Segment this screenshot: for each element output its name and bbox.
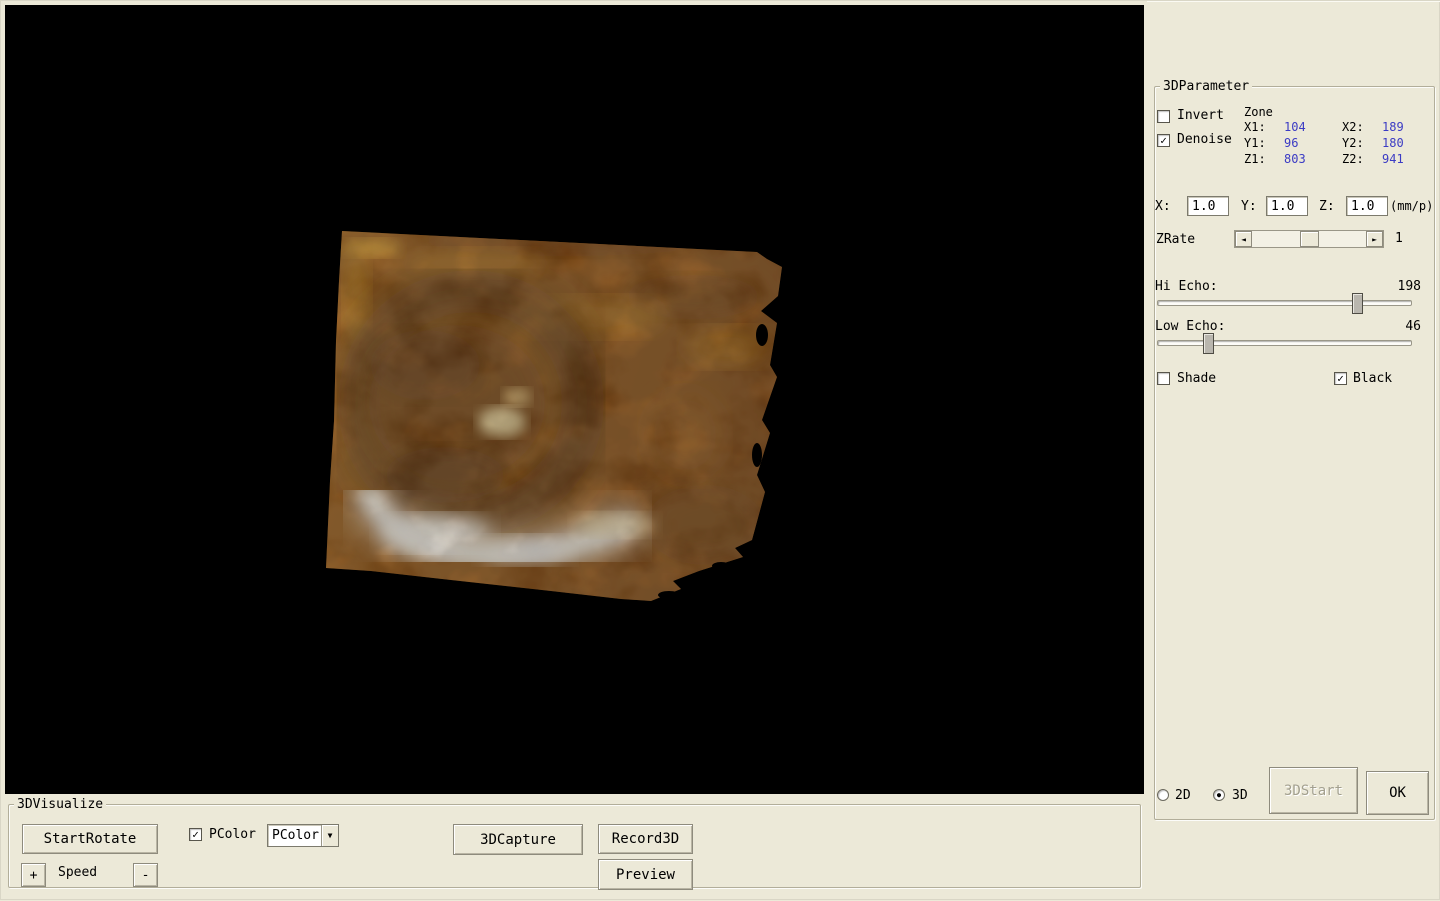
visualize-panel: 3DVisualize StartRotate + Speed - ✓ PCol… bbox=[1, 794, 1147, 901]
shade-label: Shade bbox=[1177, 371, 1217, 386]
mode-2d-radio[interactable] bbox=[1157, 789, 1169, 801]
pcolor-checkbox[interactable]: ✓ bbox=[189, 828, 202, 841]
zone-y1-value: 96 bbox=[1284, 136, 1299, 150]
zone-z1-label: Z1: bbox=[1244, 152, 1266, 166]
visualize-group-title: 3DVisualize bbox=[14, 797, 107, 812]
zone-y2-label: Y2: bbox=[1342, 136, 1364, 150]
pcolor-dropdown-value: PColor bbox=[272, 828, 319, 843]
scale-unit-label: (mm/p) bbox=[1390, 199, 1434, 213]
hi-echo-label: Hi Echo: bbox=[1155, 279, 1218, 294]
start-rotate-button[interactable]: StartRotate bbox=[22, 824, 158, 854]
hi-echo-value: 198 bbox=[1397, 279, 1421, 294]
low-echo-slider[interactable] bbox=[1157, 333, 1412, 354]
scale-z-input[interactable] bbox=[1346, 196, 1388, 216]
zone-y1-label: Y1: bbox=[1244, 136, 1266, 150]
capture-3d-button[interactable]: 3DCapture bbox=[453, 824, 583, 855]
speed-minus-button[interactable]: - bbox=[133, 863, 158, 887]
zone-x1-label: X1: bbox=[1244, 120, 1266, 134]
pcolor-label: PColor bbox=[209, 827, 256, 842]
zone-y2-value: 180 bbox=[1382, 136, 1404, 150]
scale-x-label: X: bbox=[1155, 199, 1171, 214]
low-echo-slider-thumb[interactable] bbox=[1203, 333, 1215, 354]
zone-title: Zone bbox=[1244, 105, 1273, 119]
speed-plus-button[interactable]: + bbox=[21, 863, 46, 887]
zrate-scrollbar[interactable]: ◄ ► bbox=[1234, 230, 1384, 248]
ultrasound-volume-render bbox=[326, 231, 782, 601]
app-window: 3DParameter Invert ✓ Denoise Zone X1: 10… bbox=[0, 0, 1440, 900]
zrate-value: 1 bbox=[1395, 231, 1403, 246]
black-checkbox[interactable]: ✓ bbox=[1334, 372, 1347, 385]
invert-checkbox[interactable] bbox=[1157, 110, 1170, 123]
parameter-panel: 3DParameter Invert ✓ Denoise Zone X1: 10… bbox=[1147, 1, 1440, 901]
hi-echo-slider-thumb[interactable] bbox=[1352, 293, 1364, 314]
zrate-scroll-left-icon[interactable]: ◄ bbox=[1235, 231, 1252, 247]
zone-x2-value: 189 bbox=[1382, 120, 1404, 134]
scale-y-label: Y: bbox=[1241, 199, 1257, 214]
low-echo-label: Low Echo: bbox=[1155, 319, 1226, 334]
start-3d-button[interactable]: 3DStart bbox=[1269, 767, 1358, 814]
zone-z2-value: 941 bbox=[1382, 152, 1404, 166]
ok-button[interactable]: OK bbox=[1366, 771, 1429, 815]
zrate-label: ZRate bbox=[1156, 232, 1196, 247]
zrate-scrollbar-thumb[interactable] bbox=[1299, 231, 1319, 247]
scale-x-input[interactable] bbox=[1187, 196, 1229, 216]
mode-2d-label: 2D bbox=[1175, 788, 1191, 803]
speed-label: Speed bbox=[58, 865, 98, 880]
shade-checkbox[interactable] bbox=[1157, 372, 1170, 385]
denoise-label: Denoise bbox=[1177, 132, 1232, 147]
zrate-scroll-right-icon[interactable]: ► bbox=[1366, 231, 1383, 247]
preview-button[interactable]: Preview bbox=[598, 859, 693, 890]
denoise-checkbox[interactable]: ✓ bbox=[1157, 134, 1170, 147]
black-label: Black bbox=[1353, 371, 1393, 386]
zone-x2-label: X2: bbox=[1342, 120, 1364, 134]
invert-label: Invert bbox=[1177, 108, 1224, 123]
mode-3d-radio[interactable]: ● bbox=[1213, 789, 1225, 801]
hi-echo-slider[interactable] bbox=[1157, 293, 1412, 314]
parameter-group-title: 3DParameter bbox=[1160, 79, 1253, 94]
low-echo-value: 46 bbox=[1405, 319, 1421, 334]
scale-y-input[interactable] bbox=[1266, 196, 1308, 216]
pcolor-dropdown[interactable]: PColor ▼ bbox=[267, 824, 339, 847]
dropdown-arrow-icon[interactable]: ▼ bbox=[321, 825, 338, 846]
render-viewport[interactable] bbox=[5, 5, 1144, 794]
record-3d-button[interactable]: Record3D bbox=[598, 824, 693, 854]
mode-3d-label: 3D bbox=[1232, 788, 1248, 803]
zone-x1-value: 104 bbox=[1284, 120, 1306, 134]
zone-z2-label: Z2: bbox=[1342, 152, 1364, 166]
scale-z-label: Z: bbox=[1319, 199, 1335, 214]
zone-z1-value: 803 bbox=[1284, 152, 1306, 166]
